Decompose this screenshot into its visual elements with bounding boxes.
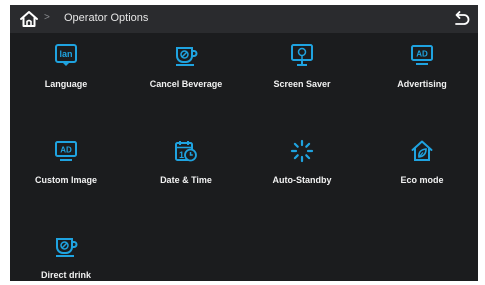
ad-screen-icon: AD (411, 45, 433, 65)
option-label: Advertising (397, 79, 447, 89)
home-button[interactable] (18, 8, 40, 30)
page-title: Operator Options (64, 12, 149, 24)
option-label: Cancel Beverage (149, 79, 223, 89)
top-bar: > Operator Options (10, 5, 478, 33)
cancel-cup-icon (176, 47, 198, 66)
ad-screen-icon: AD (55, 141, 77, 161)
option-label: Direct drink (40, 270, 91, 280)
option-label: Auto-Standby (272, 175, 332, 185)
option-auto-standby[interactable]: Auto-Standby (246, 139, 358, 199)
option-advertising[interactable]: AD Advertising (366, 43, 478, 103)
monitor-icon (291, 44, 313, 66)
option-label: Eco mode (400, 175, 444, 185)
option-cancel-beverage[interactable]: Cancel Beverage (130, 43, 242, 103)
option-screen-saver[interactable]: Screen Saver (246, 43, 358, 103)
ad-icon-text: AD (416, 50, 428, 59)
ad-icon-text: AD (60, 146, 72, 155)
option-direct-drink[interactable]: Direct drink (10, 234, 122, 281)
lan-icon: lan (55, 44, 77, 66)
back-button[interactable] (450, 8, 472, 30)
loading-spinner-icon (290, 139, 314, 163)
calendar-clock-icon: 1 (175, 141, 197, 162)
back-arrow-icon (455, 11, 470, 25)
option-label: Screen Saver (273, 79, 331, 89)
operator-options-screen: > Operator Options lan Language Cancel B… (10, 5, 478, 281)
option-language[interactable]: lan Language (10, 43, 122, 103)
lan-icon-text: lan (59, 49, 72, 59)
option-label: Language (44, 79, 88, 89)
option-date-time[interactable]: 1 Date & Time (130, 139, 242, 199)
option-label: Custom Image (34, 175, 97, 185)
home-icon (20, 11, 38, 27)
breadcrumb-separator: > (44, 12, 50, 23)
option-label: Date & Time (160, 175, 212, 185)
date-icon-text: 1 (179, 150, 184, 160)
option-custom-image[interactable]: AD Custom Image (10, 139, 122, 199)
cup-icon (56, 238, 78, 257)
option-eco-mode[interactable]: Eco mode (366, 139, 478, 199)
eco-house-leaf-icon (411, 140, 433, 161)
